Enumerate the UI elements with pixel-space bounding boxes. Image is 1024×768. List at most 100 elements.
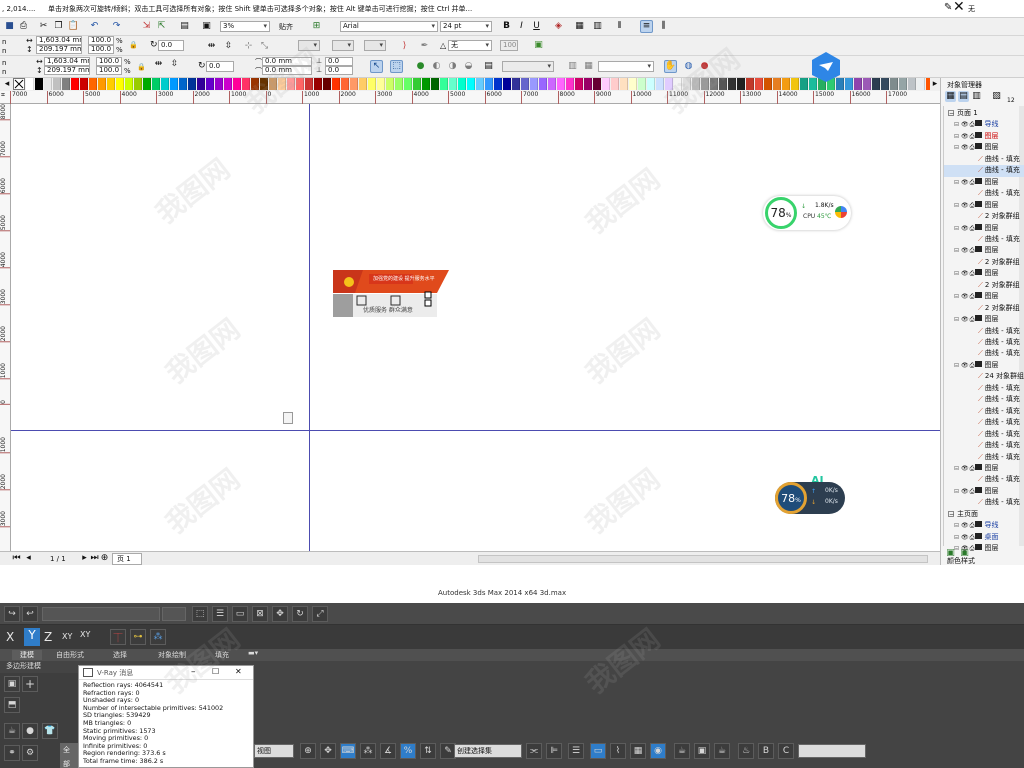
palette-swatch[interactable] — [143, 78, 151, 90]
tree-object-item[interactable]: ⟋ 曲线 - 填充 — [944, 440, 1024, 452]
expand-icon[interactable]: ⊟ — [954, 270, 959, 277]
cross-icon[interactable]: ✕ — [953, 0, 965, 14]
snap-2-5-icon[interactable]: ⁂ — [360, 743, 376, 759]
underline-icon[interactable]: U — [530, 20, 543, 33]
palette-swatch[interactable] — [737, 78, 745, 90]
no-fill-swatch[interactable] — [13, 78, 25, 90]
percent-snap-2-icon[interactable]: % — [400, 743, 416, 759]
copy-icon[interactable]: ❐ — [52, 20, 65, 33]
palette-swatch[interactable] — [296, 78, 304, 90]
mirror-h-icon[interactable]: ⇹ — [205, 40, 218, 53]
selection-set-select[interactable]: 创建选择集 — [454, 744, 522, 758]
minimize-icon[interactable]: – — [191, 667, 196, 677]
tree-layer-item[interactable]: ⊟ 👁⎙ 图层 — [944, 360, 1024, 372]
select-move-icon[interactable]: ✥ — [320, 743, 336, 759]
axis-xy-button[interactable]: XY — [62, 632, 72, 641]
palette-swatch[interactable] — [161, 78, 169, 90]
palette-swatch[interactable] — [512, 78, 520, 90]
mirror-v-icon[interactable]: ⇳ — [222, 40, 235, 53]
palette-swatch[interactable] — [413, 78, 421, 90]
import-icon[interactable]: ⇲ — [140, 20, 153, 33]
eye-icon[interactable]: 👁 — [961, 316, 969, 323]
link-chain-icon[interactable]: ⚭ — [4, 745, 20, 761]
tree-layer-item[interactable]: ⊟ 👁⎙ 图层 — [944, 268, 1024, 280]
layer-view-icon[interactable]: ▥ — [971, 91, 982, 102]
all-filter-button[interactable]: 全部 — [60, 743, 78, 768]
print-toggle-icon[interactable]: ⎙ — [970, 293, 975, 300]
palette-swatch[interactable] — [350, 78, 358, 90]
node-type-select[interactable] — [502, 61, 554, 72]
tree-layer-item[interactable]: ⊟ 👁⎙ 图层 — [944, 486, 1024, 498]
palette-arrow-left-icon[interactable]: ◂ — [2, 78, 12, 90]
palette-swatch[interactable] — [683, 78, 691, 90]
offset-field-1[interactable]: 0.0 — [325, 57, 353, 66]
palette-swatch[interactable] — [665, 78, 673, 90]
palette-swatch[interactable] — [647, 78, 655, 90]
eye-icon[interactable]: 👁 — [961, 247, 969, 254]
palette-swatch[interactable] — [890, 78, 898, 90]
scale-width-field[interactable]: 100.0 — [88, 36, 114, 45]
combine-icon[interactable]: ▤ — [482, 60, 495, 73]
palette-swatch[interactable] — [233, 78, 241, 90]
transparency-field[interactable]: 100 — [500, 40, 518, 51]
expand-icon[interactable]: ⊟ — [954, 293, 959, 300]
reference-coord-select[interactable]: 视图 — [254, 744, 294, 758]
expand-icon[interactable]: ⊟ — [954, 202, 959, 209]
end-arrow-select[interactable] — [364, 40, 386, 51]
mirror-icon[interactable]: ⫘ — [526, 743, 542, 759]
tree-object-item[interactable]: ⟋ 2 对象群组 — [944, 280, 1024, 292]
palette-swatch[interactable] — [629, 78, 637, 90]
select-by-name-icon[interactable]: ☰ — [212, 606, 228, 622]
stack-icon[interactable]: ⬒ — [4, 697, 20, 713]
palette-swatch[interactable] — [26, 78, 34, 90]
palette-swatch[interactable] — [863, 78, 871, 90]
palette-swatch[interactable] — [170, 78, 178, 90]
expand-icon[interactable]: ⊟ — [954, 545, 959, 552]
window-cross-icon[interactable]: ⊠ — [252, 606, 268, 622]
palette-swatch[interactable] — [764, 78, 772, 90]
print-toggle-icon[interactable]: ⎙ — [970, 225, 975, 232]
page-tab[interactable]: 页 1 — [112, 553, 142, 565]
palette-swatch[interactable] — [260, 78, 268, 90]
width-field[interactable]: 1,603.04 mm — [36, 36, 82, 45]
print-toggle-icon[interactable]: ⎙ — [970, 316, 975, 323]
spinner-snap-icon[interactable]: ⇅ — [420, 743, 436, 759]
font-list-select[interactable]: Arial — [340, 21, 438, 32]
print-toggle-icon[interactable]: ⎙ — [970, 270, 975, 277]
move-icon[interactable]: ✥ — [272, 606, 288, 622]
print-toggle-icon[interactable]: ⎙ — [970, 522, 975, 529]
network-monitor-widget[interactable]: AI 78% ↑ 0K/s ↓ 0K/s — [775, 474, 847, 516]
palette-swatch[interactable] — [287, 78, 295, 90]
arrange-select[interactable] — [598, 61, 654, 72]
snap-to-menu[interactable]: 贴齐 — [279, 22, 293, 32]
print-toggle-icon[interactable]: ⎙ — [970, 362, 975, 369]
tree-layer-item[interactable]: ⊟ 👁⎙ 导线 — [944, 119, 1024, 131]
render-preset-select[interactable] — [798, 744, 866, 758]
palette-swatch[interactable] — [692, 78, 700, 90]
palette-swatch[interactable] — [422, 78, 430, 90]
palette-swatch[interactable] — [359, 78, 367, 90]
lock-ratio-icon-2[interactable]: 🔒 — [135, 61, 148, 74]
layer-explorer-icon[interactable]: ☰ — [568, 743, 584, 759]
palette-swatch[interactable] — [62, 78, 70, 90]
redo-icon[interactable]: ↷ — [110, 20, 123, 33]
palette-swatch[interactable] — [773, 78, 781, 90]
ribbon-menu-icon[interactable]: ▬▾ — [248, 649, 258, 657]
eye-icon[interactable]: 👁 — [961, 144, 969, 151]
print-toggle-icon[interactable]: ⎙ — [970, 133, 975, 140]
palette-swatch[interactable] — [674, 78, 682, 90]
palette-swatch[interactable] — [368, 78, 376, 90]
schematic-icon[interactable]: ▦ — [630, 743, 646, 759]
curve-editor-icon[interactable]: ⌇ — [610, 743, 626, 759]
export-icon[interactable]: ⇱ — [155, 20, 168, 33]
tree-object-item[interactable]: ⟋ 曲线 - 填充 — [944, 417, 1024, 429]
hand-tool-icon[interactable]: ✋ — [664, 60, 677, 73]
save-icon[interactable]: ■ — [3, 20, 16, 33]
tree-layer-item[interactable]: ⊟ 👁⎙ 图层 — [944, 177, 1024, 189]
maximize-icon[interactable]: ☐ — [212, 667, 219, 676]
start-arrow-select[interactable] — [332, 40, 354, 51]
palette-swatch[interactable] — [269, 78, 277, 90]
expand-icon[interactable]: ⊟ — [954, 179, 959, 186]
page-view-icon[interactable]: ▧ — [991, 91, 1002, 102]
angle-snap-2-icon[interactable]: ∡ — [380, 743, 396, 759]
